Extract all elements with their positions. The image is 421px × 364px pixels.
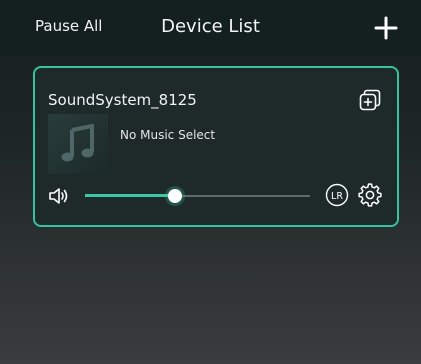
header-bar: Pause All Device List [0, 0, 421, 56]
track-status: No Music Select [120, 128, 216, 142]
volume-slider[interactable] [85, 186, 310, 206]
volume-slider-fill [85, 194, 175, 197]
lr-channel-icon[interactable]: LR [325, 183, 349, 207]
page-title: Device List [161, 16, 260, 37]
lr-channel-label: LR [331, 191, 343, 202]
add-device-button[interactable] [374, 16, 398, 40]
device-card[interactable]: SoundSystem_8125 No Music Select LR [33, 66, 399, 227]
plus-icon [374, 16, 398, 40]
group-add-icon[interactable] [358, 88, 382, 112]
music-note-icon [61, 124, 94, 162]
gear-icon[interactable] [357, 182, 383, 208]
device-name: SoundSystem_8125 [48, 91, 197, 109]
device-list-screen: Pause All Device List SoundSystem_8125 N… [0, 0, 421, 364]
speaker-volume-icon[interactable] [48, 186, 70, 206]
album-cover [48, 114, 108, 174]
volume-slider-thumb[interactable] [168, 189, 182, 203]
